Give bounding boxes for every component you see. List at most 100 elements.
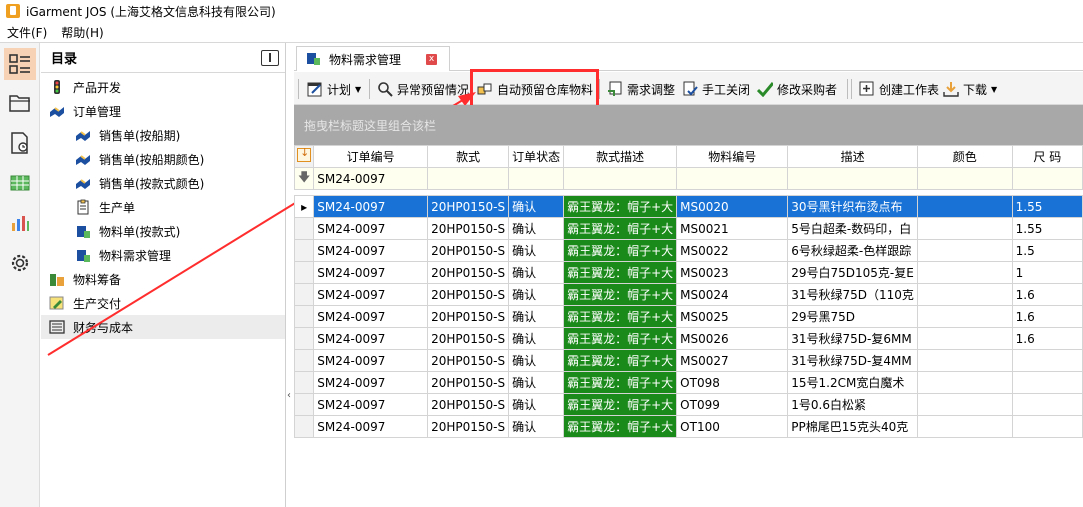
table-cell[interactable]: 1.55 [1011, 217, 1083, 240]
table-cell[interactable]: MS0025 [676, 305, 789, 328]
table-row[interactable]: SM24-0097 20HP0150-S 确认 霸王翼龙：帽子+大 OT100 PP棉尾巴… [293, 415, 1083, 438]
table-cell[interactable]: SM24-0097 [313, 261, 429, 284]
group-by-bar[interactable]: 拖曳栏标题这里组合该栏 [294, 105, 1083, 145]
column-color[interactable]: 颜色 [916, 145, 1013, 168]
table-cell[interactable] [916, 327, 1013, 350]
table-cell[interactable]: 20HP0150-S [427, 327, 510, 350]
nav-item-material-demand[interactable]: 物料需求管理 [41, 243, 285, 267]
table-cell[interactable]: 29号黑75D [787, 305, 918, 328]
abnormal-reserve-button[interactable]: 异常预留情况 [374, 77, 472, 101]
table-cell[interactable]: 29号白75D105克-复E [787, 261, 918, 284]
table-cell[interactable]: OT098 [676, 371, 789, 394]
table-cell[interactable]: 霸王翼龙：帽子+大 [563, 239, 678, 262]
table-cell[interactable] [1011, 393, 1083, 416]
table-cell[interactable] [916, 239, 1013, 262]
plan-button[interactable]: 计划 ▼ [304, 77, 364, 101]
row-indicator[interactable] [293, 305, 315, 328]
column-order-no[interactable]: 订单编号 [313, 145, 429, 168]
nav-item-sales-by-ship[interactable]: 销售单(按船期) [41, 123, 285, 147]
close-tab-icon[interactable]: x [426, 54, 437, 65]
table-row[interactable]: ▸ SM24-0097 20HP0150-S 确认 霸王翼龙：帽子+大 MS0020 30号… [293, 195, 1083, 218]
table-cell[interactable]: PP棉尾巴15克头40克 [787, 415, 918, 438]
table-cell[interactable]: 30号黑针织布烫点布 [787, 195, 918, 218]
table-cell[interactable]: 31号秋绿75D-复4MM [787, 349, 918, 372]
table-cell[interactable]: 确认 [508, 305, 565, 328]
column-description[interactable]: 描述 [787, 145, 918, 168]
table-cell[interactable]: 霸王翼龙：帽子+大 [563, 393, 678, 416]
modify-buyer-button[interactable]: 修改采购者 [754, 77, 840, 101]
table-cell[interactable] [916, 371, 1013, 394]
table-cell[interactable]: 确认 [508, 239, 565, 262]
sort-icon[interactable] [293, 145, 315, 168]
row-pointer-icon[interactable]: ▸ [293, 195, 315, 218]
table-cell[interactable]: OT100 [676, 415, 789, 438]
column-material-no[interactable]: 物料编号 [676, 145, 789, 168]
table-cell[interactable]: 31号秋绿75D（110克 [787, 283, 918, 306]
table-cell[interactable] [916, 217, 1013, 240]
table-cell[interactable]: 20HP0150-S [427, 371, 510, 394]
tab-material-demand[interactable]: 物料需求管理 x [296, 46, 450, 71]
row-indicator[interactable] [293, 217, 315, 240]
table-cell[interactable] [916, 195, 1013, 218]
collapse-arrow-icon[interactable]: ‹ [287, 390, 291, 401]
table-cell[interactable]: 20HP0150-S [427, 415, 510, 438]
filter-cell[interactable] [563, 167, 678, 190]
table-row[interactable]: SM24-0097 20HP0150-S 确认 霸王翼龙：帽子+大 OT098 15号1.… [293, 371, 1083, 394]
pin-panel-icon[interactable] [261, 49, 279, 66]
splitter[interactable] [286, 43, 294, 507]
row-indicator[interactable] [293, 349, 315, 372]
nav-item-material-by-style[interactable]: 物料单(按款式) [41, 219, 285, 243]
table-cell[interactable]: SM24-0097 [313, 195, 429, 218]
table-cell[interactable]: 确认 [508, 195, 565, 218]
table-cell[interactable]: SM24-0097 [313, 349, 429, 372]
manual-close-button[interactable]: 手工关闭 [679, 77, 753, 101]
table-cell[interactable]: MS0024 [676, 283, 789, 306]
table-cell[interactable] [916, 261, 1013, 284]
gear-icon[interactable] [4, 247, 36, 279]
nav-item-material-prep[interactable]: 物料筹备 [41, 267, 285, 291]
table-cell[interactable]: 1.55 [1011, 195, 1083, 218]
table-cell[interactable]: 31号秋绿75D-复6MM [787, 327, 918, 350]
table-cell[interactable]: SM24-0097 [313, 283, 429, 306]
table-cell[interactable]: MS0022 [676, 239, 789, 262]
table-row[interactable]: SM24-0097 20HP0150-S 确认 霸王翼龙：帽子+大 MS0025 29号黑… [293, 305, 1083, 328]
table-cell[interactable]: SM24-0097 [313, 217, 429, 240]
filter-cell[interactable] [787, 167, 918, 190]
table-cell[interactable]: 霸王翼龙：帽子+大 [563, 415, 678, 438]
nav-item-production-delivery[interactable]: 生产交付 [41, 291, 285, 315]
table-cell[interactable]: 霸王翼龙：帽子+大 [563, 217, 678, 240]
table-cell[interactable]: 确认 [508, 283, 565, 306]
table-cell[interactable]: MS0026 [676, 327, 789, 350]
filter-cell[interactable] [1011, 167, 1083, 190]
bar-chart-icon[interactable] [4, 207, 36, 239]
nav-item-production-order[interactable]: 生产单 [41, 195, 285, 219]
table-cell[interactable]: 霸王翼龙：帽子+大 [563, 195, 678, 218]
app-menu-icon[interactable] [4, 48, 36, 80]
table-cell[interactable]: 确认 [508, 217, 565, 240]
table-cell[interactable]: SM24-0097 [313, 393, 429, 416]
table-cell[interactable] [916, 415, 1013, 438]
table-cell[interactable]: 霸王翼龙：帽子+大 [563, 283, 678, 306]
table-cell[interactable] [916, 283, 1013, 306]
table-cell[interactable]: 1.6 [1011, 283, 1083, 306]
table-cell[interactable]: 20HP0150-S [427, 217, 510, 240]
demand-adjust-button[interactable]: 需求调整 [604, 77, 678, 101]
table-cell[interactable]: 霸王翼龙：帽子+大 [563, 261, 678, 284]
table-cell[interactable]: 1 [1011, 261, 1083, 284]
menu-file[interactable]: 文件(F) [0, 24, 54, 41]
nav-item-sales-by-ship-color[interactable]: 销售单(按船期颜色) [41, 147, 285, 171]
nav-item-finance-cost[interactable]: 财务与成本 [41, 315, 285, 339]
filter-cell[interactable] [676, 167, 789, 190]
table-cell[interactable]: 霸王翼龙：帽子+大 [563, 305, 678, 328]
table-cell[interactable] [1011, 415, 1083, 438]
table-cell[interactable]: 1.6 [1011, 327, 1083, 350]
table-cell[interactable]: SM24-0097 [313, 371, 429, 394]
nav-item-product-dev[interactable]: 产品开发 [41, 75, 285, 99]
table-cell[interactable]: 20HP0150-S [427, 261, 510, 284]
table-cell[interactable]: 霸王翼龙：帽子+大 [563, 327, 678, 350]
table-cell[interactable]: 20HP0150-S [427, 195, 510, 218]
report-icon[interactable] [4, 127, 36, 159]
table-cell[interactable]: 1号0.6白松紧 [787, 393, 918, 416]
table-cell[interactable]: 6号秋绿超柔-色样跟踪 [787, 239, 918, 262]
filter-cell[interactable]: SM24-0097 [313, 167, 429, 190]
